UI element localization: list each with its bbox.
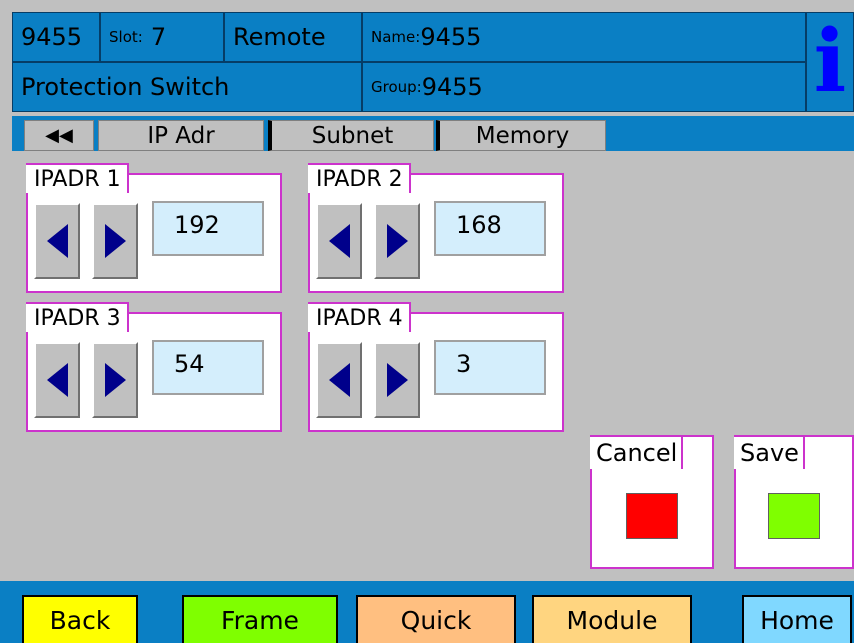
device-id-cell: 9455 (12, 12, 100, 62)
ipadr4-label: IPADR 4 (308, 302, 411, 332)
slot-value: 7 (150, 23, 167, 51)
right-arrow-icon (386, 363, 408, 397)
cancel-group[interactable]: Cancel (590, 435, 714, 569)
name-label: Name: (371, 28, 421, 46)
group-value: 9455 (421, 73, 483, 101)
right-arrow-icon (104, 224, 126, 258)
group-cell: Group: 9455 (362, 62, 806, 112)
save-label: Save (734, 435, 805, 469)
name-cell: Name: 9455 (362, 12, 806, 62)
function-cell: Protection Switch (12, 62, 362, 112)
ipadr3-label: IPADR 3 (26, 302, 129, 332)
slot-cell: Slot: 7 (100, 12, 224, 62)
left-arrow-icon (46, 224, 68, 258)
ipadr4-group: IPADR 4 3 (308, 302, 564, 432)
ipadr3-value[interactable]: 54 (152, 340, 264, 395)
ipadr3-decrement-button[interactable] (34, 342, 80, 418)
frame-button[interactable]: Frame (182, 595, 338, 643)
right-arrow-icon (104, 363, 126, 397)
mode-cell: Remote (224, 12, 362, 62)
left-arrow-icon (328, 224, 350, 258)
ipadr2-label: IPADR 2 (308, 163, 411, 193)
tab-memory[interactable]: Memory (436, 120, 606, 151)
ipadr1-label: IPADR 1 (26, 163, 129, 193)
device-id: 9455 (21, 23, 83, 51)
cancel-label: Cancel (590, 435, 684, 469)
quick-button[interactable]: Quick (356, 595, 516, 643)
cancel-button[interactable] (626, 493, 678, 539)
ipadr1-decrement-button[interactable] (34, 203, 80, 279)
left-arrow-icon (328, 363, 350, 397)
ipadr3-increment-button[interactable] (92, 342, 138, 418)
ipadr1-value[interactable]: 192 (152, 201, 264, 256)
slot-label: Slot: (109, 28, 143, 46)
tab-ip-adr[interactable]: IP Adr (98, 120, 264, 151)
mode-text: Remote (233, 23, 326, 51)
tab-back[interactable]: ◀◀ (24, 120, 94, 151)
ipadr1-increment-button[interactable] (92, 203, 138, 279)
tab-subnet[interactable]: Subnet (268, 120, 434, 151)
module-button[interactable]: Module (532, 595, 692, 643)
ipadr2-group: IPADR 2 168 (308, 163, 564, 293)
group-label: Group: (371, 78, 422, 96)
ipadr4-value[interactable]: 3 (434, 340, 546, 395)
footer-bar: Back Frame Quick Module Home (0, 581, 854, 643)
function-text: Protection Switch (21, 73, 230, 101)
name-value: 9455 (420, 23, 482, 51)
header-bar: 9455 Slot: 7 Remote Name: 9455 Protectio… (12, 12, 854, 112)
ipadr2-increment-button[interactable] (374, 203, 420, 279)
info-icon[interactable]: i (806, 12, 854, 112)
ipadr3-group: IPADR 3 54 (26, 302, 282, 432)
home-button[interactable]: Home (742, 595, 852, 643)
content-area: IPADR 1 192 IPADR 2 168 IPADR 3 54 IPADR… (12, 151, 854, 581)
ipadr1-group: IPADR 1 192 (26, 163, 282, 293)
tab-bar: ◀◀ IP Adr Subnet Memory (12, 116, 854, 151)
ipadr2-decrement-button[interactable] (316, 203, 362, 279)
left-arrow-icon (46, 363, 68, 397)
save-button[interactable] (768, 493, 820, 539)
ipadr4-decrement-button[interactable] (316, 342, 362, 418)
right-arrow-icon (386, 224, 408, 258)
back-button[interactable]: Back (22, 595, 138, 643)
ipadr2-value[interactable]: 168 (434, 201, 546, 256)
ipadr4-increment-button[interactable] (374, 342, 420, 418)
save-group[interactable]: Save (734, 435, 854, 569)
